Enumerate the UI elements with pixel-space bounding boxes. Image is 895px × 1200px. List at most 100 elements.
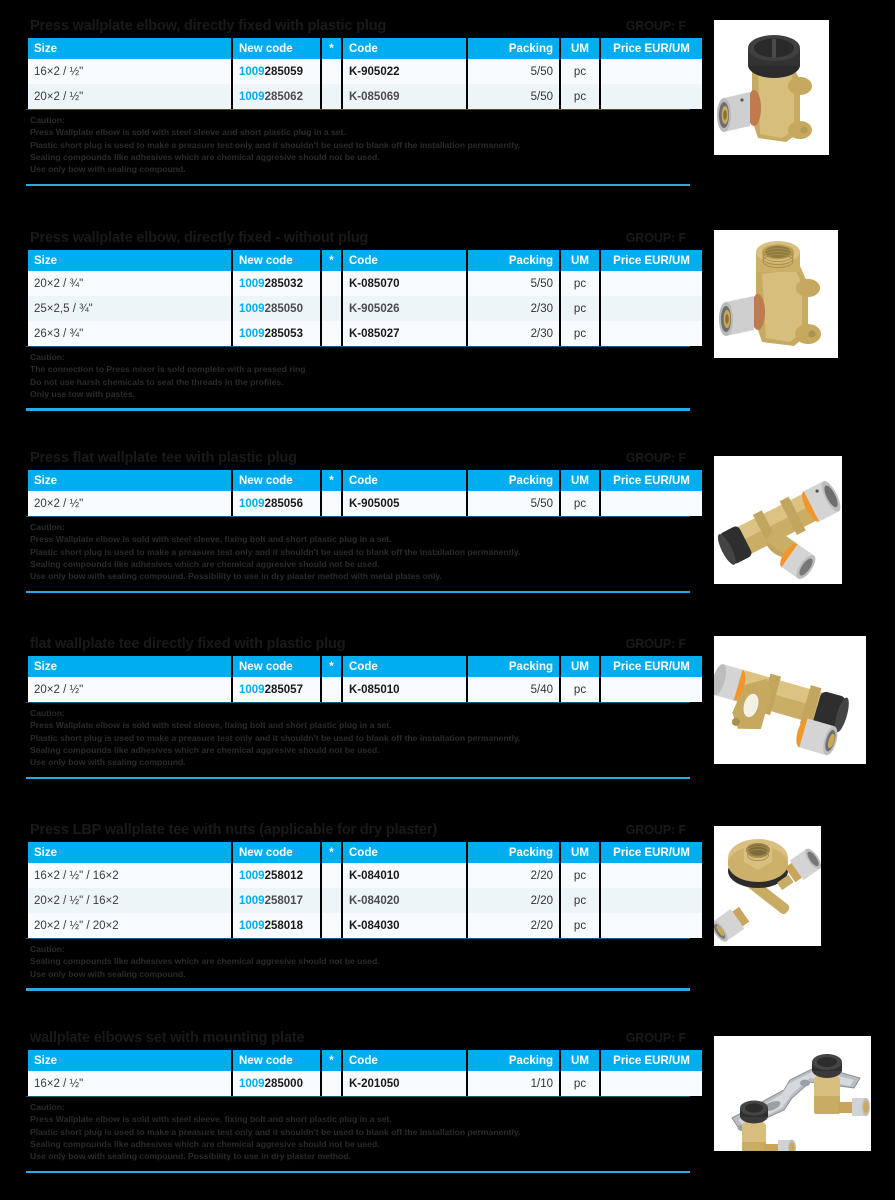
column-header-price[interactable]: Price EUR/UM: [601, 470, 702, 491]
column-header-new-code[interactable]: New code: [233, 1050, 320, 1071]
product-section: Press wallplate elbow, directly fixed wi…: [26, 18, 702, 187]
new-code-prefix: 1009: [239, 497, 265, 510]
column-header-code[interactable]: Code: [343, 842, 466, 863]
column-header-size[interactable]: Size: [28, 250, 231, 271]
section-header: wallplate elbows set with mounting plate…: [26, 1030, 690, 1050]
new-code-prefix: 1009: [239, 90, 265, 103]
cell-code: K-905022: [343, 59, 466, 84]
column-header-code[interactable]: Code: [343, 656, 466, 677]
cell-code: K-085069: [343, 84, 466, 109]
column-header-code[interactable]: Code: [343, 470, 466, 491]
column-header-price[interactable]: Price EUR/UM: [601, 842, 702, 863]
column-header-new-code[interactable]: New code: [233, 38, 320, 59]
cell-new-code: 1009285056: [233, 491, 320, 516]
caution-line: Use only bow with sealing compound. Poss…: [30, 1151, 351, 1162]
column-header-price[interactable]: Price EUR/UM: [601, 38, 702, 59]
section-title: Press wallplate elbow, directly fixed - …: [30, 230, 369, 246]
cell-star: [322, 1071, 341, 1096]
column-header-price[interactable]: Price EUR/UM: [601, 656, 702, 677]
product-photo-flat-tee-directly-fixed: [714, 636, 866, 764]
new-code-prefix: 1009: [239, 1077, 265, 1090]
column-header-star[interactable]: *: [322, 656, 341, 677]
column-header-new-code[interactable]: New code: [233, 842, 320, 863]
column-header-code[interactable]: Code: [343, 1050, 466, 1071]
section-group-label: GROUP: F: [625, 19, 686, 33]
table-row[interactable]: 20×2 / ½" 1009285062 K-085069 5/50 pc: [28, 84, 702, 109]
table-row[interactable]: 20×2 / ½" / 16×2 1009258017 K-084020 2/20 pc: [28, 888, 702, 913]
cell-new-code: 1009285053: [233, 321, 320, 346]
caution-line: Plastic short plug is used to make a pre…: [30, 732, 521, 743]
column-header-um[interactable]: UM: [561, 656, 599, 677]
cell-new-code: 1009285059: [233, 59, 320, 84]
column-header-um[interactable]: UM: [561, 842, 599, 863]
column-header-star[interactable]: *: [322, 38, 341, 59]
column-header-packing[interactable]: Packing: [468, 656, 559, 677]
column-header-star[interactable]: *: [322, 1050, 341, 1071]
cell-new-code: 1009285000: [233, 1071, 320, 1096]
column-header-star[interactable]: *: [322, 842, 341, 863]
section-group-label: GROUP: F: [625, 823, 686, 837]
column-header-code[interactable]: Code: [343, 250, 466, 271]
table-row[interactable]: 16×2 / ½" / 16×2 1009258012 K-084010 2/20 pc: [28, 863, 702, 888]
cell-size: 20×2 / ½": [28, 491, 231, 516]
column-header-um[interactable]: UM: [561, 1050, 599, 1071]
new-code-prefix: 1009: [239, 869, 265, 882]
catalogue-page: Press wallplate elbow, directly fixed wi…: [0, 0, 895, 1200]
column-header-packing[interactable]: Packing: [468, 470, 559, 491]
table-row[interactable]: 16×2 / ½" 1009285059 K-905022 5/50 pc: [28, 59, 702, 84]
cell-um: pc: [561, 863, 599, 888]
table-header-row: Size New code * Code Packing UM Price EUR/UM: [28, 470, 702, 491]
column-header-packing[interactable]: Packing: [468, 842, 559, 863]
column-header-um[interactable]: UM: [561, 470, 599, 491]
caution-heading: Caution:: [30, 944, 65, 954]
cell-new-code: 1009285032: [233, 271, 320, 296]
table-row[interactable]: 20×2 / ½" 1009285057 K-085010 5/40 pc: [28, 677, 702, 702]
caution-line: Use only bow with sealing compound. Poss…: [30, 571, 442, 582]
table-row[interactable]: 20×2 / ¾" 1009285032 K-085070 5/50 pc: [28, 271, 702, 296]
table-row[interactable]: 20×2 / ½" / 20×2 1009258018 K-084030 2/20 pc: [28, 913, 702, 938]
table-row[interactable]: 26×3 / ¾" 1009285053 K-085027 2/30 pc: [28, 321, 702, 346]
cell-price: [601, 296, 702, 321]
cell-star: [322, 863, 341, 888]
column-header-packing[interactable]: Packing: [468, 1050, 559, 1071]
column-header-size[interactable]: Size: [28, 38, 231, 59]
section-title: flat wallplate tee directly fixed with p…: [30, 636, 346, 652]
product-photo-elbow-without-plug: [714, 230, 838, 358]
cell-price: [601, 491, 702, 516]
column-header-size[interactable]: Size: [28, 842, 231, 863]
column-header-size[interactable]: Size: [28, 470, 231, 491]
column-header-new-code[interactable]: New code: [233, 470, 320, 491]
cell-size: 16×2 / ½" / 16×2: [28, 863, 231, 888]
cell-packing: 2/20: [468, 913, 559, 938]
cell-code: K-084020: [343, 888, 466, 913]
table-row[interactable]: 25×2,5 / ¾" 1009285050 K-905026 2/30 pc: [28, 296, 702, 321]
new-code-prefix: 1009: [239, 919, 265, 932]
column-header-um[interactable]: UM: [561, 250, 599, 271]
column-header-code[interactable]: Code: [343, 38, 466, 59]
cell-price: [601, 863, 702, 888]
section-title: Press LBP wallplate tee with nuts (appli…: [30, 822, 438, 838]
caution-block: Caution: Sealing compounds like adhesives…: [26, 938, 690, 986]
section-divider: [26, 183, 690, 187]
product-table: Size New code * Code Packing UM Price EUR/UM 16…: [26, 1050, 704, 1096]
column-header-packing[interactable]: Packing: [468, 250, 559, 271]
column-header-star[interactable]: *: [322, 470, 341, 491]
cell-packing: 5/40: [468, 677, 559, 702]
column-header-packing[interactable]: Packing: [468, 38, 559, 59]
column-header-size[interactable]: Size: [28, 1050, 231, 1071]
column-header-price[interactable]: Price EUR/UM: [601, 250, 702, 271]
caution-line: Sealing compounds like adhesives which a…: [30, 152, 380, 163]
column-header-star[interactable]: *: [322, 250, 341, 271]
column-header-um[interactable]: UM: [561, 38, 599, 59]
new-code-suffix: 285050: [264, 302, 303, 315]
column-header-size[interactable]: Size: [28, 656, 231, 677]
cell-packing: 2/20: [468, 888, 559, 913]
cell-packing: 5/50: [468, 84, 559, 109]
table-row[interactable]: 16×2 / ½" 1009285000 K-201050 1/10 pc: [28, 1071, 702, 1096]
table-header-row: Size New code * Code Packing UM Price EUR/UM: [28, 250, 702, 271]
table-row[interactable]: 20×2 / ½" 1009285056 K-905005 5/50 pc: [28, 491, 702, 516]
new-code-suffix: 258018: [264, 919, 303, 932]
column-header-new-code[interactable]: New code: [233, 250, 320, 271]
column-header-new-code[interactable]: New code: [233, 656, 320, 677]
column-header-price[interactable]: Price EUR/UM: [601, 1050, 702, 1071]
